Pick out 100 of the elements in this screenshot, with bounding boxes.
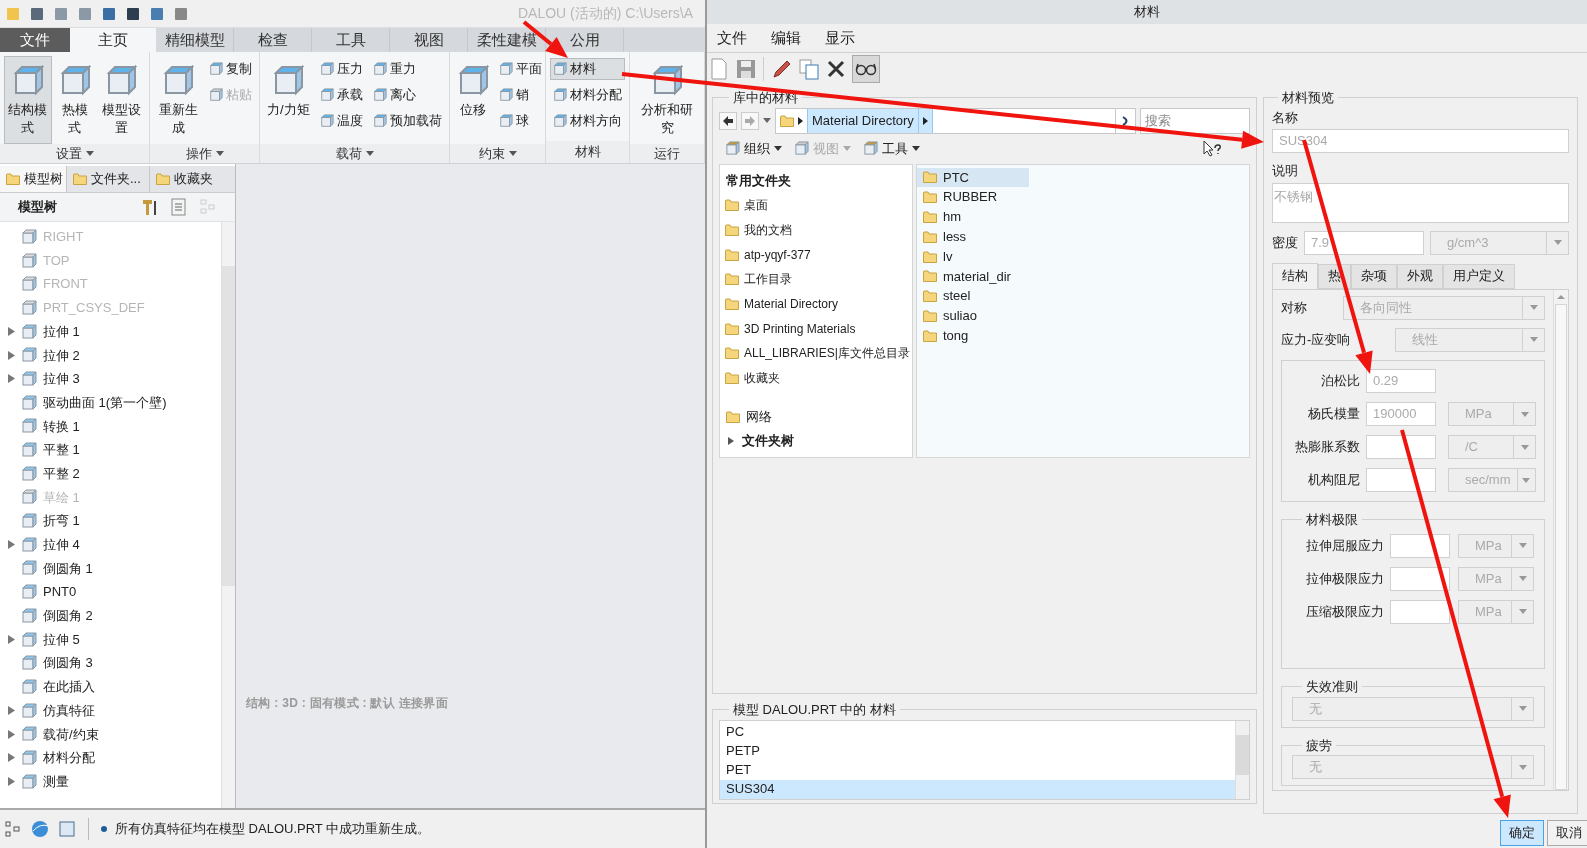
tree-item[interactable]: 拉伸 1 bbox=[0, 319, 221, 344]
tree-item[interactable]: 驱动曲面 1(第一个壁) bbox=[0, 390, 221, 415]
save-icon[interactable] bbox=[735, 57, 757, 80]
place-item[interactable]: 3D Printing Materials bbox=[720, 316, 912, 342]
ribbon-button[interactable]: 位移 bbox=[454, 56, 492, 144]
ribbon-button[interactable]: 销 bbox=[496, 84, 545, 106]
folder-tree-toggle[interactable]: 文件夹树 bbox=[720, 428, 912, 453]
expand-arrow-icon[interactable] bbox=[8, 753, 15, 763]
place-item[interactable]: Material Directory bbox=[720, 291, 912, 317]
scrollbar[interactable] bbox=[221, 222, 235, 808]
folder-item[interactable]: less bbox=[917, 226, 1029, 247]
tree-item[interactable]: 载荷/约束 bbox=[0, 722, 221, 747]
menu-item[interactable]: 显示 bbox=[819, 26, 861, 50]
folder-item[interactable]: material_dir bbox=[917, 266, 1029, 287]
tab[interactable]: 用户定义 bbox=[1443, 263, 1515, 289]
path-bar[interactable]: Material Directory bbox=[775, 107, 1136, 134]
tree-item[interactable]: 倒圆角 2 bbox=[0, 604, 221, 628]
tree-item[interactable]: 拉伸 2 bbox=[0, 343, 221, 368]
ribbon-button[interactable]: 材料 bbox=[550, 58, 625, 80]
tree-view-icon[interactable] bbox=[4, 820, 22, 838]
scrollbar[interactable] bbox=[1235, 720, 1249, 799]
tree-item[interactable]: 材料分配 bbox=[0, 746, 221, 770]
close-icon[interactable] bbox=[826, 58, 846, 79]
tab[interactable]: 结构 bbox=[1272, 262, 1318, 289]
menu-item[interactable]: 编辑 bbox=[765, 26, 807, 50]
ribbon-tab[interactable]: 文件 bbox=[0, 28, 70, 52]
material-item[interactable]: PET bbox=[720, 760, 1235, 780]
place-item[interactable]: 我的文档 bbox=[720, 217, 912, 243]
dialog-button[interactable]: 确定 bbox=[1500, 820, 1544, 846]
group-label-bar[interactable]: 设置 bbox=[0, 144, 149, 163]
panel-tab[interactable]: 模型树 bbox=[0, 166, 66, 192]
tree-item[interactable]: 拉伸 5 bbox=[0, 627, 221, 652]
expand-arrow-icon[interactable] bbox=[8, 540, 15, 550]
tree-item[interactable]: 倒圆角 3 bbox=[0, 651, 221, 676]
expand-arrow-icon[interactable] bbox=[8, 706, 15, 716]
place-item[interactable]: 桌面 bbox=[720, 193, 912, 218]
input-field[interactable] bbox=[1390, 533, 1450, 558]
tree-item[interactable]: 拉伸 3 bbox=[0, 367, 221, 391]
back-icon[interactable] bbox=[719, 111, 737, 130]
ribbon-button[interactable]: 分析和研究 bbox=[634, 56, 700, 144]
expand-arrow-icon[interactable] bbox=[8, 777, 15, 787]
ribbon-button[interactable]: 温度 bbox=[316, 110, 366, 132]
place-item[interactable]: atp-yqyf-377 bbox=[720, 242, 912, 268]
tab[interactable]: 外观 bbox=[1397, 263, 1443, 289]
tree-item[interactable]: 折弯 1 bbox=[0, 509, 221, 533]
tree-item[interactable]: 平整 2 bbox=[0, 461, 221, 486]
place-item[interactable]: 工作目录 bbox=[720, 267, 912, 292]
ribbon-button[interactable]: 重力 bbox=[369, 58, 445, 80]
input-field[interactable] bbox=[1390, 599, 1450, 624]
folder-item[interactable]: PTC bbox=[917, 167, 1029, 188]
ribbon-button[interactable]: 球 bbox=[496, 110, 545, 132]
ribbon-button[interactable]: 材料分配 bbox=[550, 84, 625, 106]
folder-item[interactable]: steel bbox=[917, 286, 1029, 307]
tree-item[interactable]: 在此插入 bbox=[0, 675, 221, 699]
expand-arrow-icon[interactable] bbox=[8, 635, 15, 645]
folder-item[interactable]: lv bbox=[917, 246, 1029, 267]
search-field[interactable]: 搜索 bbox=[1140, 107, 1250, 134]
tree-item[interactable]: PNT0 bbox=[0, 580, 221, 604]
group-label-bar[interactable]: 载荷 bbox=[260, 144, 449, 163]
ribbon-button[interactable]: 力/力矩 bbox=[264, 56, 313, 144]
tree-item[interactable]: 仿真特征 bbox=[0, 698, 221, 723]
ribbon-button[interactable]: 复制 bbox=[206, 58, 255, 80]
place-item[interactable]: ALL_LIBRARIES|库文件总目录 bbox=[720, 341, 912, 366]
globe-icon[interactable] bbox=[30, 819, 50, 839]
scrollbar[interactable] bbox=[1553, 289, 1568, 790]
input-field[interactable] bbox=[1366, 468, 1436, 492]
tab[interactable]: 杂项 bbox=[1351, 263, 1397, 289]
ribbon-button[interactable]: 预加载荷 bbox=[369, 110, 445, 132]
ribbon-button[interactable]: 材料方向 bbox=[550, 110, 625, 132]
material-item[interactable]: PETP bbox=[720, 741, 1235, 761]
expand-arrow-icon[interactable] bbox=[8, 374, 15, 384]
folder-item[interactable]: suliao bbox=[917, 306, 1029, 326]
input-field[interactable] bbox=[1390, 566, 1450, 591]
ribbon-button[interactable]: 承载 bbox=[316, 84, 366, 106]
path-crumb[interactable]: Material Directory bbox=[807, 108, 919, 133]
ribbon-tab[interactable]: 主页 bbox=[70, 28, 156, 52]
glasses-button[interactable] bbox=[852, 54, 880, 83]
tree-item[interactable]: 平整 1 bbox=[0, 438, 221, 462]
tree-item[interactable]: 测量 bbox=[0, 769, 221, 794]
tree-item[interactable]: 转换 1 bbox=[0, 414, 221, 439]
group-label-bar[interactable]: 操作 bbox=[150, 144, 259, 163]
input-field[interactable] bbox=[1366, 435, 1436, 459]
command-button[interactable]: 工具 bbox=[863, 138, 920, 159]
ribbon-button[interactable]: 平面 bbox=[496, 58, 545, 80]
dialog-button[interactable]: 取消 bbox=[1547, 820, 1587, 846]
ribbon-button[interactable]: 离心 bbox=[369, 84, 445, 106]
menu-item[interactable]: 文件 bbox=[711, 26, 753, 50]
ribbon-button[interactable]: 压力 bbox=[316, 58, 366, 80]
ribbon-button[interactable]: 重新生成 bbox=[154, 56, 202, 144]
tree-item[interactable]: 倒圆角 1 bbox=[0, 556, 221, 581]
group-label-bar[interactable]: 约束 bbox=[450, 144, 545, 163]
material-item[interactable]: SUS304 bbox=[720, 779, 1235, 799]
folder-item[interactable]: RUBBER bbox=[917, 187, 1029, 208]
place-item[interactable]: 网络 bbox=[720, 404, 912, 429]
folder-item[interactable]: hm bbox=[917, 207, 1029, 227]
expand-arrow-icon[interactable] bbox=[8, 350, 15, 360]
expand-arrow-icon[interactable] bbox=[8, 327, 15, 337]
command-button[interactable]: 组织 bbox=[725, 138, 782, 159]
place-item[interactable]: 收藏夹 bbox=[720, 365, 912, 391]
ribbon-button[interactable]: 热模式 bbox=[55, 56, 94, 144]
